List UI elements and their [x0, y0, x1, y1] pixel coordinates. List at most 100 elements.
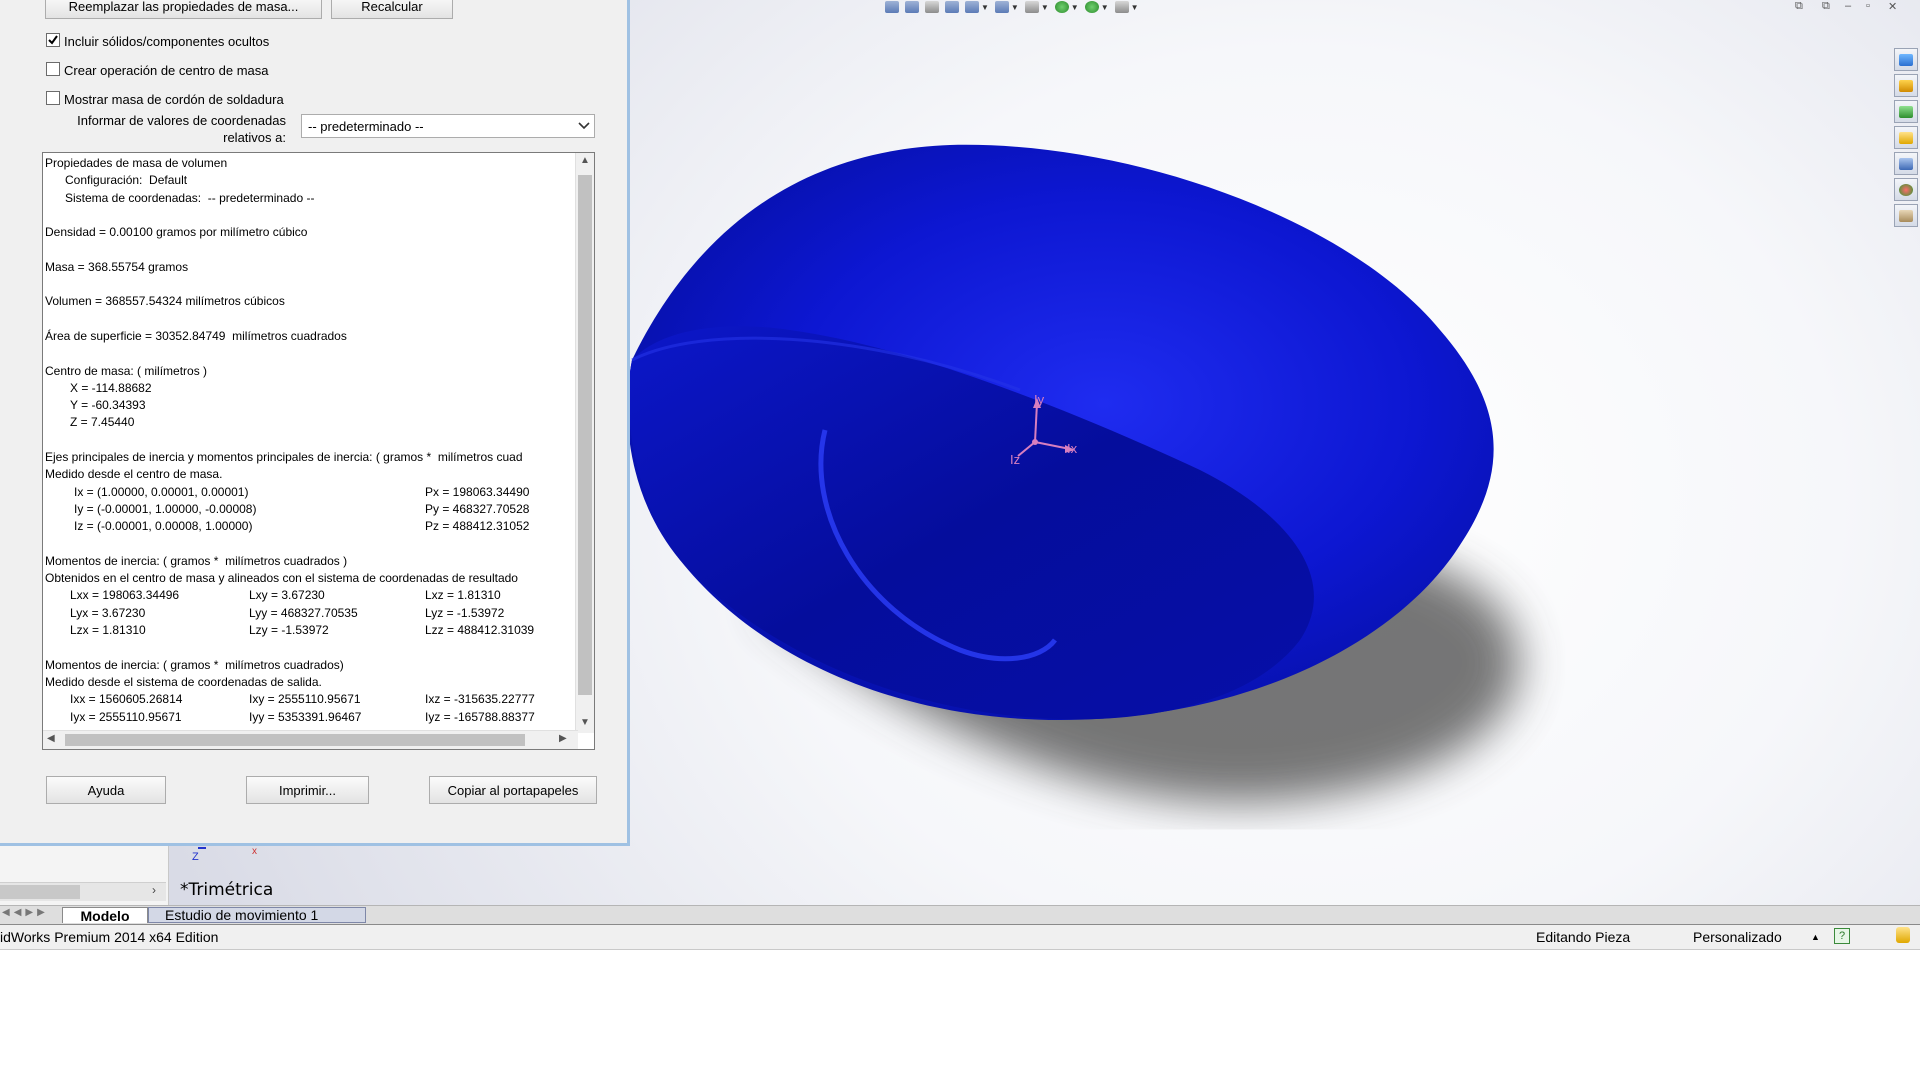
- weld-bead-checkbox[interactable]: [46, 91, 60, 105]
- scene-icon[interactable]: [1084, 1, 1099, 13]
- print-button[interactable]: Imprimir...: [246, 776, 369, 804]
- view-settings-icon[interactable]: [1114, 1, 1129, 13]
- restore-icon[interactable]: ⧉: [1795, 0, 1803, 13]
- results-row: Iyx = 2555110.95671 Iyy = 5353391.96467 Iy…: [70, 709, 535, 724]
- previous-view-icon[interactable]: [925, 1, 939, 13]
- coordinate-system-value: -- predeterminado --: [308, 118, 424, 134]
- task-pane-tab-palette[interactable]: [1894, 152, 1918, 175]
- copy-to-clipboard-button[interactable]: Copiar al portapapeles: [429, 776, 597, 804]
- scrollbar-thumb[interactable]: [578, 175, 592, 695]
- section-view-icon[interactable]: [945, 1, 959, 13]
- results-textbox[interactable]: Propiedades de masa de volumen Configura…: [42, 152, 595, 750]
- status-bar: idWorks Premium 2014 x64 Edition Editand…: [0, 925, 1920, 950]
- task-pane-tab-library[interactable]: [1894, 100, 1918, 123]
- recalculate-button[interactable]: Recalcular: [331, 0, 453, 19]
- feature-manager-panel: ›: [0, 846, 169, 906]
- create-com-checkbox[interactable]: [46, 62, 60, 76]
- results-content[interactable]: Propiedades de masa de volumen Configura…: [45, 155, 575, 731]
- results-mass: Masa = 368.55754 gramos: [45, 259, 189, 274]
- help-icon[interactable]: ?: [1834, 928, 1850, 944]
- results-com-y: Y = -60.34393: [70, 398, 146, 413]
- task-pane-tab-home[interactable]: [1894, 74, 1918, 97]
- appearance-icon[interactable]: [1054, 1, 1069, 13]
- view-orientation-label: *Trimétrica: [180, 880, 274, 900]
- home-icon: [1899, 79, 1913, 92]
- results-config: Configuración: Default: [65, 173, 188, 188]
- results-moi2-header: Momentos de inercia: ( gramos * milímetr…: [45, 657, 344, 672]
- include-hidden-checkbox[interactable]: [46, 33, 60, 47]
- coordinate-system-select[interactable]: -- predeterminado --: [301, 114, 595, 138]
- display-style-icon[interactable]: [994, 1, 1009, 13]
- scrollbar-thumb[interactable]: [65, 734, 525, 746]
- close-icon[interactable]: ✕: [1888, 0, 1897, 13]
- maximize-icon[interactable]: ▫: [1866, 0, 1870, 12]
- include-hidden-label: Incluir sólidos/componentes ocultos: [64, 34, 270, 49]
- results-density: Densidad = 0.00100 gramos por milímetro …: [45, 225, 308, 240]
- results-axes-sub: Medido desde el centro de masa.: [45, 467, 223, 482]
- results-row: Iz = (-0.00001, 0.00008, 1.00000) Pz = 48…: [74, 519, 530, 534]
- results-row: Iy = (-0.00001, 1.00000, -0.00008) Py = 4…: [74, 501, 530, 516]
- custom-properties-icon: [1899, 209, 1913, 222]
- results-com-z: Z = 7.45440: [70, 415, 135, 430]
- scroll-left-icon[interactable]: ◀: [47, 733, 55, 744]
- override-mass-button[interactable]: Reemplazar las propiedades de masa...: [45, 0, 322, 19]
- mass-properties-dialog: Reemplazar las propiedades de masa... Re…: [0, 0, 630, 846]
- svg-text:Z: Z: [192, 851, 199, 863]
- results-moi1-header: Momentos de inercia: ( gramos * milímetr…: [45, 553, 348, 568]
- scroll-right-icon[interactable]: ›: [152, 883, 156, 897]
- triad-x-label: Ix: [1067, 441, 1078, 456]
- hide-show-icon[interactable]: [1024, 1, 1039, 13]
- results-axes-header: Ejes principales de inercia y momentos p…: [45, 450, 523, 465]
- help-button[interactable]: Ayuda: [46, 776, 166, 804]
- chevron-down-icon[interactable]: ▼: [1101, 3, 1109, 12]
- chevron-down-icon[interactable]: ▼: [1131, 3, 1139, 12]
- chevron-down-icon[interactable]: ▼: [981, 3, 989, 12]
- scrollbar-thumb[interactable]: [0, 885, 80, 899]
- task-pane-tab-resources[interactable]: [1894, 48, 1918, 71]
- results-vertical-scrollbar[interactable]: ▲ ▼: [575, 153, 594, 733]
- triad-y-label: Iy: [1034, 392, 1045, 407]
- rebuild-icon[interactable]: [1896, 927, 1910, 943]
- chevron-down-icon[interactable]: ▼: [1071, 3, 1079, 12]
- chevron-down-icon[interactable]: ▼: [1041, 3, 1049, 12]
- create-com-label: Crear operación de centro de masa: [64, 63, 269, 78]
- results-row: Lzx = 1.81310 Lzy = -1.53972 Lzz = 488412.…: [70, 623, 535, 638]
- triad-z-label: Iz: [1010, 452, 1020, 467]
- tab-model[interactable]: Modelo: [62, 907, 148, 924]
- zoom-area-icon[interactable]: [905, 1, 919, 13]
- task-pane-tab-custom[interactable]: [1894, 204, 1918, 227]
- results-horizontal-scrollbar[interactable]: ◀ ▶: [43, 730, 578, 749]
- chevron-down-icon[interactable]: ▼: [1011, 3, 1019, 12]
- chevron-down-icon: [578, 122, 590, 130]
- results-volume: Volumen = 368557.54324 milímetros cúbico…: [45, 294, 285, 309]
- results-moi1-sub: Obtenidos en el centro de masa y alinead…: [45, 571, 518, 586]
- tab-navigation-icon[interactable]: ◀◀▶▶: [2, 907, 49, 918]
- minimize-icon[interactable]: –: [1845, 0, 1851, 12]
- palette-icon: [1899, 157, 1913, 170]
- library-icon: [1899, 105, 1913, 118]
- resources-icon: [1899, 53, 1913, 66]
- bottom-tab-bar: ◀◀▶▶ Modelo Estudio de movimiento 1: [0, 905, 1920, 925]
- panel-horizontal-scrollbar[interactable]: ›: [0, 882, 166, 901]
- results-com-x: X = -114.88682: [70, 380, 152, 395]
- units-selector[interactable]: Personalizado: [1693, 929, 1782, 945]
- task-pane-tab-appearances[interactable]: [1894, 178, 1918, 201]
- results-coords: Sistema de coordenadas: -- predeterminad…: [65, 190, 315, 205]
- tab-motion-study[interactable]: Estudio de movimiento 1: [148, 907, 366, 923]
- weld-bead-label: Mostrar masa de cordón de soldadura: [64, 92, 284, 107]
- checkmark-icon: [48, 35, 58, 45]
- tile-icon[interactable]: ⧉: [1822, 0, 1830, 13]
- svg-text:x: x: [252, 846, 257, 857]
- results-row: Lxx = 198063.34496 Lxy = 3.67230 Lxz = 1.8…: [70, 588, 501, 603]
- results-row: Ix = (1.00000, 0.00001, 0.00001) Px = 198…: [74, 484, 530, 499]
- results-title: Propiedades de masa de volumen: [45, 156, 228, 170]
- chevron-up-icon[interactable]: ▲: [1811, 932, 1820, 942]
- scroll-down-icon[interactable]: ▼: [580, 717, 590, 728]
- view-orientation-icon[interactable]: [965, 1, 979, 13]
- zoom-fit-icon[interactable]: [885, 1, 899, 13]
- scroll-right-icon[interactable]: ▶: [559, 733, 567, 744]
- scroll-up-icon[interactable]: ▲: [580, 155, 590, 166]
- reference-triad-icon: Z x: [192, 846, 257, 863]
- task-pane-tab-explorer[interactable]: [1894, 126, 1918, 149]
- status-app-name: idWorks Premium 2014 x64 Edition: [0, 929, 219, 945]
